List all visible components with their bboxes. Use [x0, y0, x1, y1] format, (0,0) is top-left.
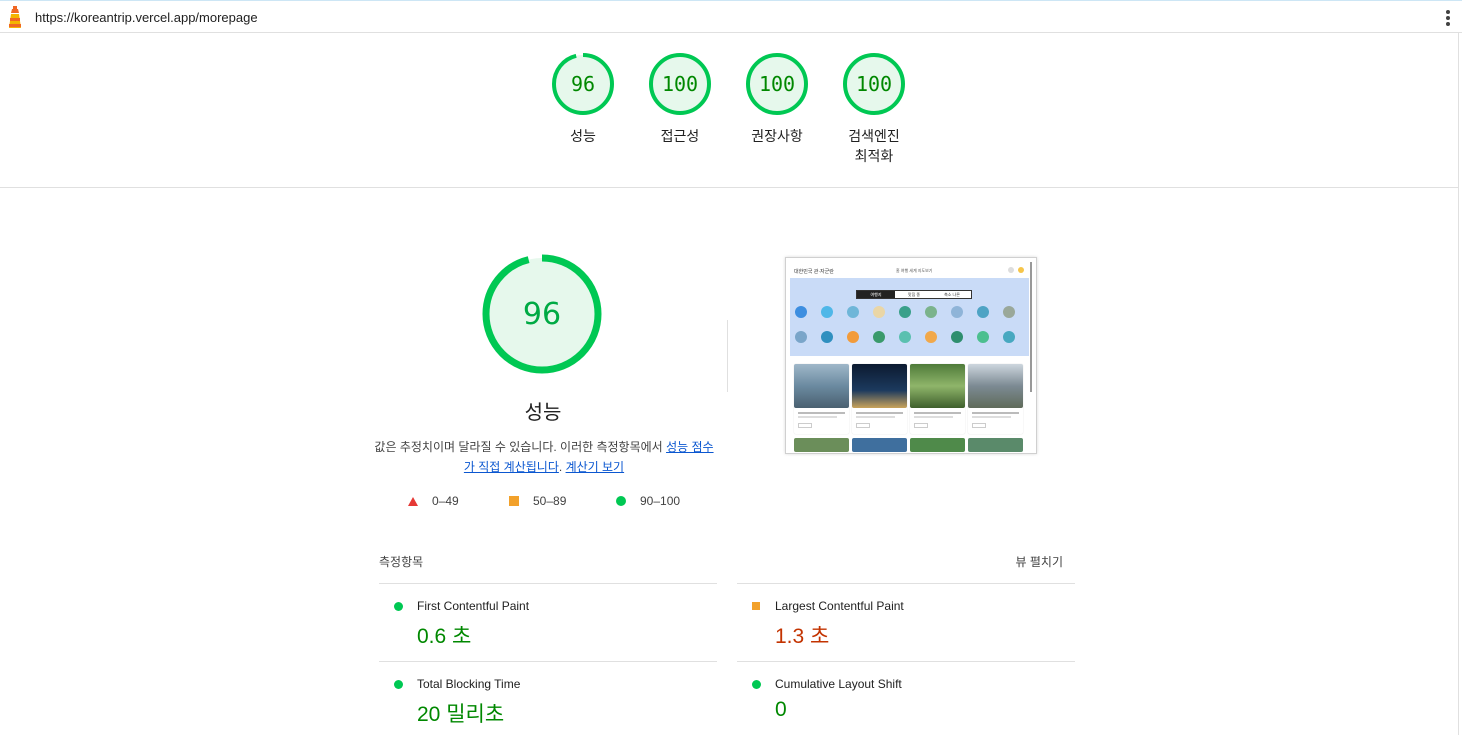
thumb-card-partial	[794, 438, 849, 452]
metric-tbt: Total Blocking Time 20 밀리초	[379, 662, 717, 732]
metrics-title: 측정항목	[379, 555, 424, 569]
thumb-category-icon	[977, 306, 989, 318]
score-legend: 0–49 50–89 90–100	[405, 494, 705, 510]
metric-lcp-name: Largest Contentful Paint	[775, 599, 904, 613]
gauge-best-practices-label: 권장사항	[751, 128, 803, 144]
svg-text:100: 100	[759, 72, 795, 96]
description-separator: .	[558, 460, 566, 474]
legend-fail-range: 0–49	[432, 494, 459, 508]
performance-title: 성능	[524, 402, 562, 424]
thumb-category-icon	[847, 331, 859, 343]
thumb-scrollbar	[1030, 262, 1032, 392]
panel-edge	[1458, 33, 1459, 735]
thumb-category-icon	[951, 331, 963, 343]
metric-cls-value: 0	[775, 698, 787, 721]
circle-icon	[616, 496, 626, 506]
metric-tbt-value: 20 밀리초	[417, 703, 505, 726]
metrics-header: 측정항목 뷰 펼치기	[379, 553, 1063, 571]
metric-tbt-name: Total Blocking Time	[417, 677, 521, 691]
thumb-card-partial	[910, 438, 965, 452]
performance-score: 96	[523, 297, 561, 332]
pass-circle-icon	[394, 680, 403, 689]
thumb-category-icon	[847, 306, 859, 318]
legend-pass-range: 90–100	[640, 494, 681, 508]
page-url: https://koreantrip.vercel.app/morepage	[35, 10, 258, 25]
thumb-tab-2: 맛집 종	[907, 292, 921, 297]
gauge-seo-label-line1: 검색엔진	[848, 128, 900, 144]
svg-text:100: 100	[662, 72, 698, 96]
thumb-card	[852, 364, 907, 434]
performance-description: 값은 추정치이며 달라질 수 있습니다. 이러한 측정항목에서 성능 점수가 직…	[372, 437, 716, 477]
thumb-category-icon	[873, 331, 885, 343]
thumb-category-icon	[977, 331, 989, 343]
triangle-icon	[408, 496, 418, 506]
pass-circle-icon	[394, 602, 403, 611]
thumb-card	[968, 364, 1023, 434]
thumb-category-icon	[873, 306, 885, 318]
legend-pass: 90–100	[616, 494, 680, 508]
thumb-card	[794, 364, 849, 434]
gauge-seo[interactable]: 100 검색엔진 최적화	[824, 52, 924, 166]
thumb-category-panel: 여행지 맛집 종 축소 나른	[790, 278, 1029, 356]
legend-fail: 0–49	[408, 494, 459, 508]
thumb-category-icon	[1003, 306, 1015, 318]
gauge-accessibility-ring: 100	[649, 53, 711, 115]
gauge-accessibility[interactable]: 100 접근성	[630, 52, 730, 146]
gauge-best-practices[interactable]: 100 권장사항	[727, 52, 827, 146]
description-text: 값은 추정치이며 달라질 수 있습니다. 이러한 측정항목에서	[374, 440, 667, 454]
thumb-category-icon	[795, 331, 807, 343]
gauge-accessibility-label: 접근성	[660, 128, 700, 144]
thumb-category-icon	[899, 306, 911, 318]
metric-lcp-value: 1.3 초	[775, 625, 830, 648]
thumb-brand: 대한민국 관·자군란	[794, 269, 834, 275]
summary-gauges: 96 성능 100 접근성 100 권장사항 100 검색엔진 최적화	[533, 52, 923, 172]
section-divider	[0, 187, 1458, 188]
pass-circle-icon	[752, 680, 761, 689]
svg-text:100: 100	[856, 72, 892, 96]
thumb-header-icons	[1004, 267, 1024, 274]
thumb-nav: 홈 여행 세계 지도보기	[896, 268, 933, 273]
metric-lcp: Largest Contentful Paint 1.3 초	[737, 584, 1075, 654]
thumb-category-icon	[795, 306, 807, 318]
thumb-category-icon	[925, 306, 937, 318]
metric-cls-name: Cumulative Layout Shift	[775, 677, 902, 691]
more-options-icon[interactable]	[1442, 8, 1454, 28]
gauge-performance-label: 성능	[570, 128, 596, 144]
svg-text:96: 96	[571, 72, 595, 96]
metric-fcp-name: First Contentful Paint	[417, 599, 530, 613]
performance-gauge: 96	[482, 254, 602, 374]
gauge-seo-label-line2: 최적화	[854, 148, 894, 164]
lighthouse-icon	[9, 6, 21, 28]
url-bar: https://koreantrip.vercel.app/morepage	[0, 0, 1462, 33]
thumb-category-icon	[899, 331, 911, 343]
final-screenshot[interactable]: 대한민국 관·자군란 홈 여행 세계 지도보기 여행지 맛집 종 축소 나른	[785, 257, 1037, 454]
vertical-separator	[727, 320, 728, 392]
thumb-tab-3: 축소 나른	[944, 292, 960, 297]
thumb-category-icon	[951, 306, 963, 318]
average-square-icon	[752, 602, 760, 610]
thumb-category-icon	[821, 331, 833, 343]
thumb-card-partial	[968, 438, 1023, 452]
thumb-card	[910, 364, 965, 434]
gauge-performance[interactable]: 96 성능	[533, 52, 633, 146]
calculator-link[interactable]: 계산기 보기	[566, 460, 625, 474]
square-icon	[509, 496, 519, 506]
thumb-category-icon	[821, 306, 833, 318]
thumb-card-partial	[852, 438, 907, 452]
thumb-tab-1: 여행지	[857, 291, 895, 298]
metric-fcp-value: 0.6 초	[417, 625, 472, 648]
gauge-seo-ring: 100	[843, 53, 905, 115]
metric-fcp: First Contentful Paint 0.6 초	[379, 584, 717, 654]
thumb-tabs: 여행지 맛집 종 축소 나른	[856, 290, 972, 299]
gauge-best-practices-ring: 100	[746, 53, 808, 115]
expand-view-toggle[interactable]: 뷰 펼치기	[1016, 553, 1064, 570]
legend-average: 50–89	[509, 494, 566, 508]
gauge-performance-ring: 96	[552, 53, 614, 115]
metric-cls: Cumulative Layout Shift 0	[737, 662, 1075, 732]
thumb-category-icon	[925, 331, 937, 343]
thumb-category-icon	[1003, 331, 1015, 343]
legend-average-range: 50–89	[533, 494, 567, 508]
gauge-seo-label: 검색엔진 최적화	[824, 126, 924, 166]
